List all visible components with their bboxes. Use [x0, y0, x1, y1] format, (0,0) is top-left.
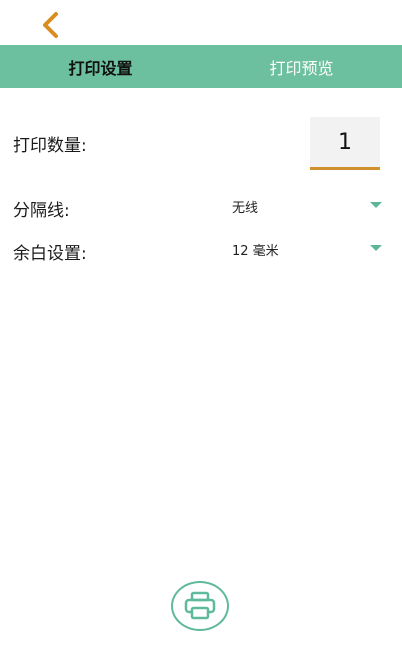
- tab-bar: 打印设置 打印预览: [0, 45, 402, 88]
- margin-select[interactable]: 12 毫米: [232, 235, 382, 263]
- quantity-label: 打印数量:: [13, 136, 87, 156]
- margin-value: 12 毫米: [232, 244, 279, 259]
- tab-print-preview[interactable]: 打印预览: [201, 45, 402, 88]
- back-button[interactable]: [34, 8, 68, 42]
- separator-select[interactable]: 无线: [232, 192, 382, 220]
- top-bar: [0, 0, 402, 44]
- chevron-left-icon: [43, 12, 58, 38]
- quantity-input[interactable]: 1: [310, 117, 380, 170]
- separator-value: 无线: [232, 201, 259, 216]
- separator-label: 分隔线:: [13, 201, 70, 221]
- printer-icon: [184, 591, 216, 620]
- print-button[interactable]: [171, 581, 229, 631]
- margin-label: 余白设置:: [13, 244, 87, 264]
- tab-print-settings[interactable]: 打印设置: [0, 45, 201, 88]
- dropdown-arrow-icon: [370, 202, 382, 208]
- dropdown-arrow-icon: [370, 245, 382, 251]
